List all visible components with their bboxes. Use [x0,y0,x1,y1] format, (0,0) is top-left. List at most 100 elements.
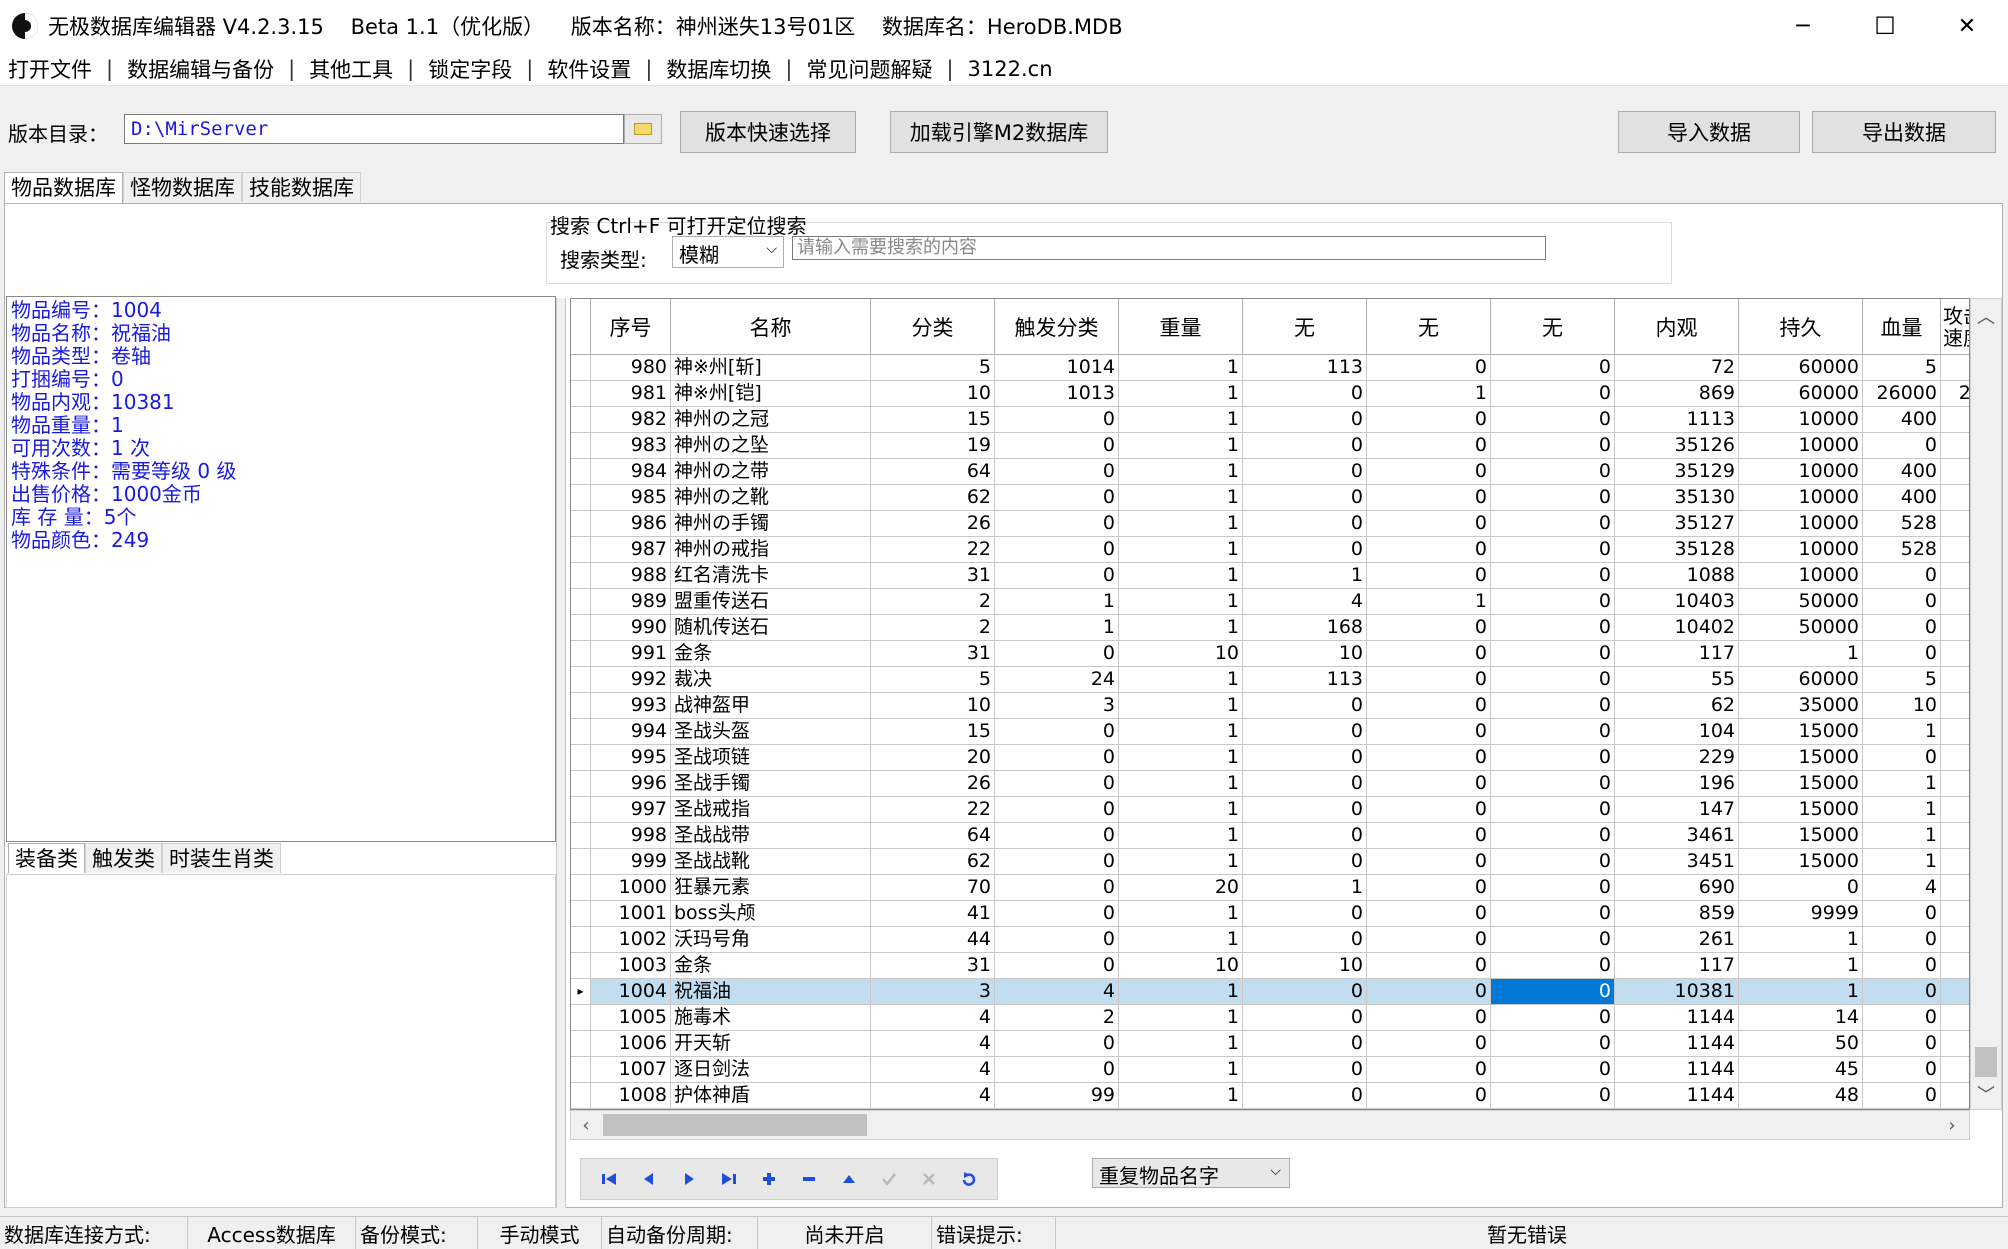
quick-select-button[interactable]: 版本快速选择 [680,111,856,153]
cell-trigger-category[interactable]: 0 [995,433,1119,459]
browse-folder-button[interactable] [624,114,662,144]
cell-hp[interactable]: 0 [1863,745,1941,771]
load-m2-db-button[interactable]: 加载引擎M2数据库 [890,111,1108,153]
cell-category[interactable]: 10 [871,693,995,719]
row-indicator[interactable] [571,797,591,823]
cell-trigger-category[interactable]: 0 [995,1031,1119,1057]
cell-durability[interactable]: 1 [1739,953,1863,979]
cell-seq[interactable]: 997 [591,797,671,823]
cell-category[interactable]: 31 [871,641,995,667]
row-indicator[interactable] [571,719,591,745]
row-indicator[interactable] [571,927,591,953]
cell-none-a[interactable]: 0 [1243,381,1367,407]
cell-category[interactable]: 22 [871,537,995,563]
cell-none-c[interactable]: 0 [1491,667,1615,693]
cell-none-c[interactable]: 0 [1491,1083,1615,1109]
close-button[interactable]: ✕ [1926,0,2008,52]
cell-seq[interactable]: 983 [591,433,671,459]
cell-none-b[interactable]: 1 [1367,381,1491,407]
cell-attack-speed[interactable] [1941,433,1969,459]
cell-none-c[interactable]: 0 [1491,849,1615,875]
cell-trigger-category[interactable]: 0 [995,641,1119,667]
cell-category[interactable]: 22 [871,797,995,823]
cell-attack-speed[interactable] [1941,927,1969,953]
cell-none-b[interactable]: 0 [1367,433,1491,459]
horizontal-scroll-thumb[interactable] [603,1114,867,1136]
scroll-right-icon[interactable]: › [1937,1111,1967,1139]
cell-seq[interactable]: 998 [591,823,671,849]
row-indicator[interactable]: ▸ [571,979,591,1005]
cell-seq[interactable]: 1001 [591,901,671,927]
cell-trigger-category[interactable]: 0 [995,511,1119,537]
cell-durability[interactable]: 9999 [1739,901,1863,927]
column-header-none-a[interactable]: 无 [1243,299,1367,355]
tab-item-db[interactable]: 物品数据库 [4,172,123,204]
cell-durability[interactable]: 15000 [1739,719,1863,745]
cell-appearance[interactable]: 859 [1615,901,1739,927]
last-record-icon[interactable] [709,1164,749,1194]
row-indicator[interactable] [571,771,591,797]
row-indicator[interactable] [571,693,591,719]
cell-seq[interactable]: 987 [591,537,671,563]
cell-none-b[interactable]: 0 [1367,459,1491,485]
table-row[interactable]: 984神州の之带640100035129100004004 [571,459,1969,485]
cell-weight[interactable]: 1 [1119,537,1243,563]
cell-attack-speed[interactable]: 2 [1941,355,1969,381]
cell-category[interactable]: 5 [871,667,995,693]
cell-attack-speed[interactable] [1941,745,1969,771]
cell-weight[interactable]: 1 [1119,485,1243,511]
cell-category[interactable]: 26 [871,511,995,537]
cell-trigger-category[interactable]: 2 [995,1005,1119,1031]
cell-attack-speed[interactable] [1941,797,1969,823]
cell-appearance[interactable]: 690 [1615,875,1739,901]
cell-none-a[interactable]: 0 [1243,901,1367,927]
cell-hp[interactable]: 4 [1863,875,1941,901]
table-row[interactable]: 987神州の戒指220100035128100005285 [571,537,1969,563]
cell-weight[interactable]: 1 [1119,563,1243,589]
cell-trigger-category[interactable]: 0 [995,927,1119,953]
cell-none-a[interactable]: 0 [1243,719,1367,745]
cell-name[interactable]: 沃玛号角 [671,927,871,953]
cell-attack-speed[interactable] [1941,641,1969,667]
cell-trigger-category[interactable]: 0 [995,875,1119,901]
cell-none-a[interactable]: 0 [1243,433,1367,459]
cell-durability[interactable]: 50000 [1739,615,1863,641]
table-row[interactable]: 1008 护体神盾 4 99 1 0 0 0 1144 48 0 [571,1083,1969,1109]
cell-none-a[interactable]: 0 [1243,1031,1367,1057]
cell-category[interactable]: 5 [871,355,995,381]
delete-record-icon[interactable] [789,1164,829,1194]
cell-seq[interactable]: 990 [591,615,671,641]
cell-none-c[interactable]: 0 [1491,797,1615,823]
column-header-weight[interactable]: 重量 [1119,299,1243,355]
cell-trigger-category[interactable]: 1 [995,615,1119,641]
cell-seq[interactable]: 1003 [591,953,671,979]
cell-durability[interactable]: 1 [1739,641,1863,667]
cell-seq[interactable]: 995 [591,745,671,771]
cell-durability[interactable]: 50 [1739,1031,1863,1057]
cell-hp[interactable]: 5 [1863,355,1941,381]
cell-seq[interactable]: 988 [591,563,671,589]
menu-data-edit-backup[interactable]: 数据编辑与备份 [127,54,288,84]
cell-none-c[interactable]: 0 [1491,433,1615,459]
cell-durability[interactable]: 10000 [1739,433,1863,459]
cell-none-b[interactable]: 0 [1367,355,1491,381]
cell-seq[interactable]: 980 [591,355,671,381]
cell-category[interactable]: 41 [871,901,995,927]
cell-seq[interactable]: 1004 [591,979,671,1005]
cell-none-b[interactable]: 0 [1367,1083,1491,1109]
import-data-button[interactable]: 导入数据 [1618,111,1800,153]
cell-none-a[interactable]: 10 [1243,641,1367,667]
cell-none-b[interactable]: 0 [1367,745,1491,771]
cell-none-b[interactable]: 0 [1367,927,1491,953]
cell-weight[interactable]: 1 [1119,979,1243,1005]
cell-hp[interactable]: 0 [1863,433,1941,459]
cell-attack-speed[interactable] [1941,615,1969,641]
cell-appearance[interactable]: 1113 [1615,407,1739,433]
cell-none-b[interactable]: 0 [1367,511,1491,537]
cell-weight[interactable]: 20 [1119,875,1243,901]
cell-name[interactable]: 开天斩 [671,1031,871,1057]
cell-appearance[interactable]: 147 [1615,797,1739,823]
horizontal-scrollbar[interactable]: ‹ › [570,1110,1970,1140]
cell-trigger-category[interactable]: 1014 [995,355,1119,381]
cell-none-a[interactable]: 0 [1243,927,1367,953]
